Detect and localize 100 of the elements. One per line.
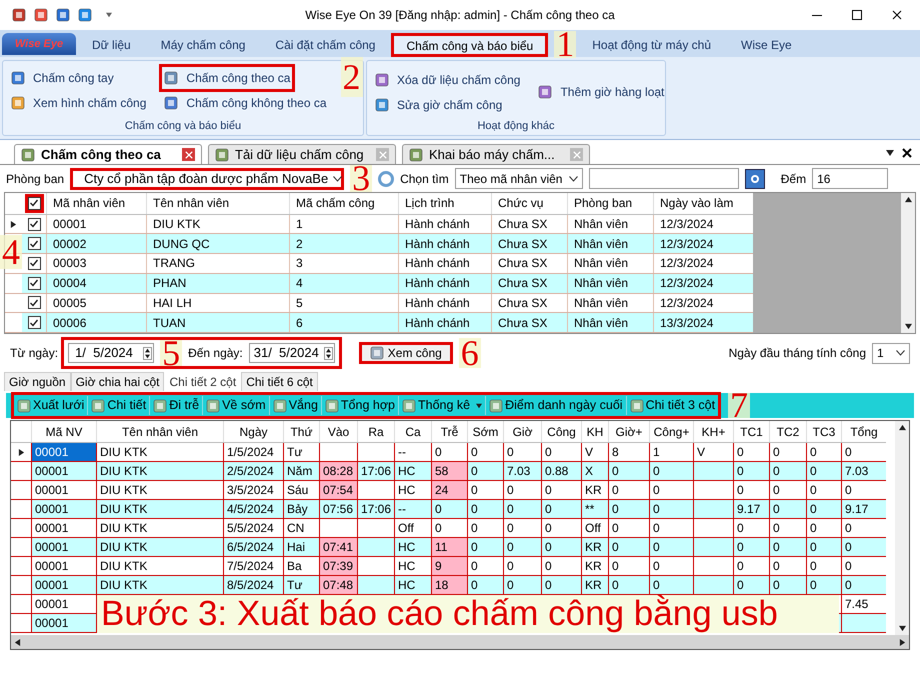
column-header[interactable]: KH+ — [693, 421, 733, 442]
toolbar-button[interactable]: Xuất lưới — [14, 396, 88, 415]
checkbox[interactable] — [28, 296, 40, 310]
column-header[interactable]: Sớm — [467, 421, 503, 442]
column-header[interactable]: Lịch trình — [398, 193, 491, 214]
document-tab[interactable]: Tải dữ liệu chấm công — [208, 144, 396, 164]
checkbox[interactable] — [28, 276, 40, 290]
caret-icon[interactable] — [106, 12, 112, 18]
ribbon-tab[interactable]: Chấm công và báo biểu — [391, 33, 548, 57]
column-header[interactable]: Tên nhân viên — [96, 421, 223, 442]
scrollbar[interactable] — [901, 193, 915, 333]
column-header[interactable]: Ca — [394, 421, 431, 442]
toolbar-button[interactable]: Thống kê — [398, 396, 486, 415]
column-header[interactable]: KH — [581, 421, 608, 442]
ribbon-tab[interactable]: Wise Eye — [727, 33, 806, 57]
checkbox[interactable] — [28, 256, 40, 270]
toolbar-button[interactable]: Chi tiết — [87, 396, 150, 415]
table-cell: 0 — [769, 538, 806, 556]
column-header[interactable]: Giờ+ — [608, 421, 649, 442]
checkbox[interactable] — [28, 316, 40, 330]
minimize-icon[interactable] — [812, 14, 822, 16]
scroll-left-icon[interactable] — [14, 638, 21, 646]
column-header[interactable]: Giờ — [503, 421, 541, 442]
group-title: Chấm công và báo biểu — [124, 118, 242, 134]
checkbox[interactable] — [28, 196, 40, 210]
ribbon-button[interactable]: Chấm công tay — [9, 67, 116, 89]
spinner-icon[interactable] — [143, 346, 152, 360]
scroll-down-icon[interactable] — [904, 323, 912, 330]
document-tab[interactable]: Chấm công theo ca — [14, 144, 202, 164]
to-date-field[interactable]: 31/ 5/2024 — [248, 343, 335, 363]
group-title: Hoạt động khác — [477, 118, 555, 134]
column-header[interactable]: Phòng ban — [567, 193, 653, 214]
maximize-icon[interactable] — [852, 10, 862, 20]
from-date-field[interactable]: 1/ 5/2024 — [68, 343, 154, 363]
document-tab[interactable]: Khai báo máy chấm... — [402, 144, 590, 164]
department-dropdown[interactable]: Cty cổ phần tập đoàn dược phẩm NovaBe — [70, 168, 344, 190]
sheet-icon — [153, 398, 168, 412]
ribbon-button[interactable]: Thêm giờ hàng loạt — [536, 81, 666, 103]
column-header[interactable]: Ngày — [223, 421, 283, 442]
sub-tab[interactable]: Giờ chia hai cột — [70, 372, 164, 391]
close-icon[interactable] — [902, 148, 912, 158]
column-header[interactable]: Công+ — [649, 421, 693, 442]
column-header[interactable]: Trễ — [431, 421, 467, 442]
search-mode-dropdown[interactable]: Theo mã nhân viên — [454, 168, 583, 189]
ribbon-button[interactable]: Sửa giờ chấm công — [373, 94, 504, 116]
scroll-up-icon[interactable] — [898, 424, 906, 431]
column-header[interactable]: Thứ — [283, 421, 319, 442]
column-header[interactable]: TC1 — [733, 421, 769, 442]
column-header[interactable]: TC3 — [806, 421, 841, 442]
column-header[interactable]: TC2 — [769, 421, 806, 442]
ribbon-tab[interactable]: Cài đặt chấm công — [261, 33, 390, 57]
column-header[interactable]: Mã nhân viên — [46, 193, 146, 214]
spinner-icon[interactable] — [324, 346, 333, 360]
sub-tab[interactable]: Chi tiết 6 cột — [241, 372, 318, 391]
view-button[interactable]: Xem công — [358, 342, 453, 364]
column-header[interactable]: Vào — [319, 421, 357, 442]
column-header[interactable]: Tổng — [841, 421, 886, 442]
ribbon-button[interactable]: Xem hình chấm công — [9, 92, 148, 114]
search-icon[interactable] — [744, 168, 765, 188]
column-header[interactable]: Công — [541, 421, 581, 442]
toolbar-button[interactable]: Tổng hợp — [320, 396, 398, 415]
table-cell: 0 — [806, 462, 841, 480]
scroll-right-icon[interactable] — [899, 638, 906, 646]
table-cell: 0 — [608, 576, 649, 594]
sub-tab[interactable]: Giờ nguồn — [4, 372, 71, 391]
ribbon-tab[interactable]: Dữ liệu — [78, 33, 145, 57]
month-start-dropdown[interactable]: 1 — [872, 342, 910, 364]
close-icon[interactable] — [892, 10, 902, 20]
tab-list-icon[interactable] — [886, 149, 894, 157]
checkbox[interactable] — [28, 218, 40, 231]
column-header[interactable]: Mã chấm công — [289, 193, 398, 214]
column-header[interactable]: Ra — [357, 421, 394, 442]
checkbox[interactable] — [28, 237, 40, 250]
toolbar-button[interactable]: Điểm danh ngày cuối — [485, 396, 626, 415]
field-label: Từ ngày: — [10, 345, 58, 362]
ribbon-button[interactable]: Chấm công theo ca — [162, 67, 292, 89]
table-cell: 07:54 — [319, 481, 357, 499]
ribbon-button[interactable]: Chấm công không theo ca — [162, 92, 328, 114]
table-cell: 0 — [541, 500, 581, 518]
ribbon-item-icon — [164, 96, 178, 110]
ribbon-tab[interactable]: Máy chấm công — [146, 33, 260, 57]
scrollbar[interactable] — [11, 635, 909, 649]
toolbar-button[interactable]: Vắng — [268, 396, 321, 415]
column-header[interactable]: Chức vụ — [491, 193, 567, 214]
scroll-up-icon[interactable] — [904, 196, 912, 203]
table-cell: 7.03 — [503, 462, 541, 480]
field-label: Chọn tìm — [400, 170, 449, 188]
ribbon-item-icon — [538, 85, 552, 99]
ribbon-tab[interactable]: Hoạt động từ máy chủ — [578, 33, 725, 57]
ribbon-button[interactable]: Xóa dữ liệu chấm công — [373, 68, 522, 90]
search-field[interactable] — [588, 168, 739, 189]
scroll-down-icon[interactable] — [898, 625, 906, 632]
scrollbar[interactable] — [895, 421, 909, 635]
toolbar-button[interactable]: Đi trễ — [149, 396, 202, 415]
close-tab-icon[interactable] — [184, 150, 192, 158]
table-cell: 0 — [467, 462, 503, 480]
column-header[interactable]: Mã NV — [31, 421, 96, 442]
column-header[interactable]: Tên nhân viên — [146, 193, 289, 214]
toolbar-button[interactable]: Về sớm — [202, 396, 269, 415]
toolbar-button[interactable]: Chi tiết 3 cột — [626, 396, 718, 415]
